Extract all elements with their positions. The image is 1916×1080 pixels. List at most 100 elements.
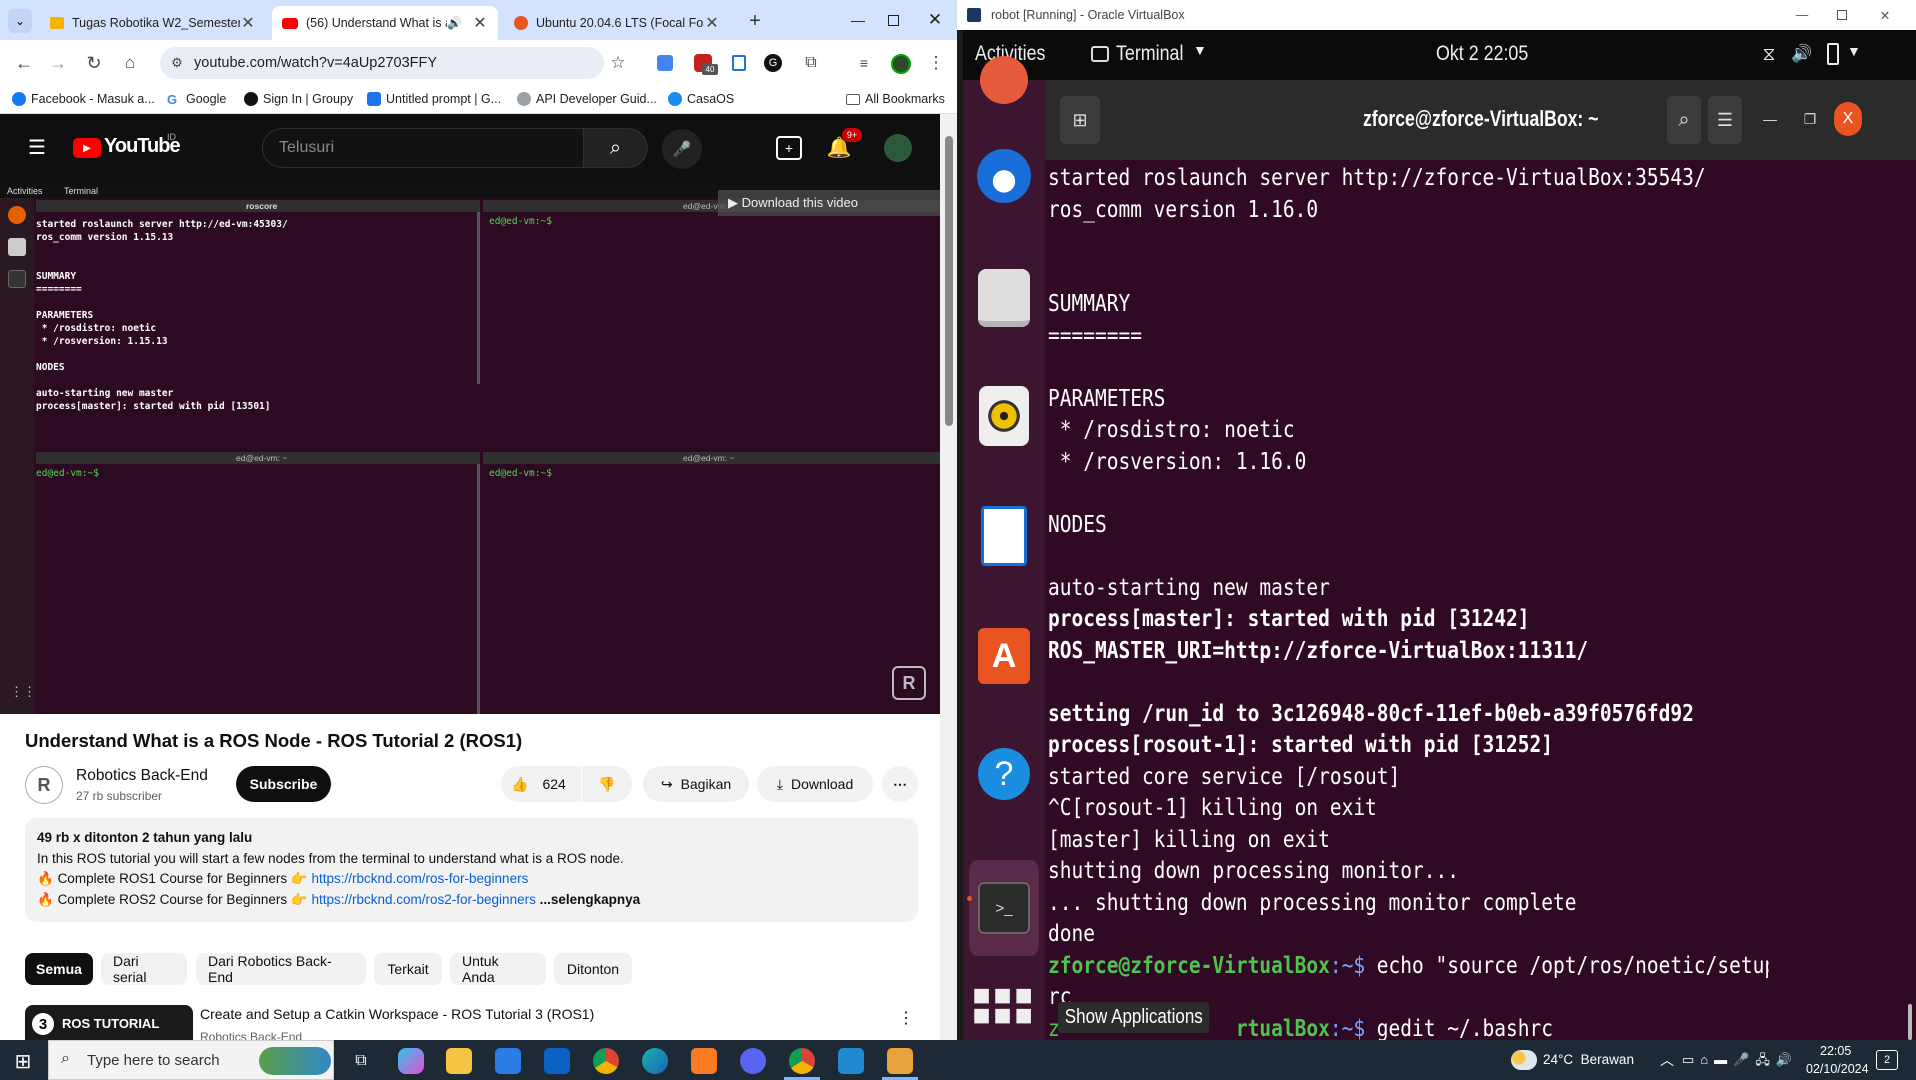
copilot-icon[interactable]	[398, 1048, 424, 1074]
close-icon[interactable]: ✕	[472, 13, 488, 33]
tab-tugas[interactable]: Tugas Robotika W2_Semester ✕	[40, 6, 266, 40]
search-icon[interactable]: ⌕	[584, 128, 648, 168]
address-bar[interactable]: ⚙ youtube.com/watch?v=4aUp2703FFY	[160, 47, 604, 79]
maximize-icon[interactable]	[880, 8, 906, 32]
chrome-icon[interactable]	[593, 1048, 619, 1074]
taskbar-time[interactable]: 22:05	[1820, 1044, 1851, 1058]
next-video-title[interactable]: Create and Setup a Catkin Workspace - RO…	[200, 1006, 594, 1022]
show-applications-icon[interactable]: ■■■ ■■■	[972, 970, 1032, 1042]
xampp-icon[interactable]	[691, 1048, 717, 1074]
tab-search-button[interactable]: ⌄	[8, 9, 32, 33]
reader-icon[interactable]	[732, 55, 746, 71]
task-view-icon[interactable]: ⧉	[348, 1048, 374, 1074]
create-icon[interactable]: +	[776, 136, 802, 160]
help-icon[interactable]: ?	[977, 738, 1031, 810]
network-icon[interactable]: ⧖	[1758, 42, 1780, 66]
bookmark-api[interactable]: API Developer Guid...	[517, 92, 657, 106]
home-icon[interactable]: ⌂	[118, 51, 142, 75]
new-tab-icon[interactable]: ⊞	[1060, 96, 1100, 144]
close-window-icon[interactable]: ✕	[1875, 6, 1895, 24]
search-icon[interactable]: ⌕	[1667, 96, 1701, 144]
chip-series[interactable]: Dari serial	[101, 953, 187, 985]
url-text[interactable]: youtube.com/watch?v=4aUp2703FFY	[194, 55, 437, 71]
tab-youtube[interactable]: (56) Understand What is a 🔊 ✕	[272, 6, 498, 40]
hamburger-icon[interactable]: ☰	[1708, 96, 1742, 144]
share-button[interactable]: ↪ Bagikan	[643, 766, 749, 802]
show-more-link[interactable]: ...selengkapnya	[540, 892, 641, 907]
clock[interactable]: Okt 2 22:05	[1436, 42, 1528, 66]
hamburger-icon[interactable]: ☰	[26, 136, 48, 159]
discord-icon[interactable]	[740, 1048, 766, 1074]
firefox-icon[interactable]	[977, 44, 1031, 116]
weather-text[interactable]: 24°C Berawan	[1543, 1052, 1634, 1067]
translate-icon[interactable]	[657, 55, 673, 71]
menu-icon[interactable]: ⋮	[926, 52, 946, 74]
download-button[interactable]: ⤓ Download	[757, 766, 873, 802]
writer-icon[interactable]	[977, 500, 1031, 572]
rhythmbox-icon[interactable]	[977, 380, 1031, 452]
close-window-icon[interactable]: ✕	[922, 8, 948, 32]
vscode-icon[interactable]	[838, 1048, 864, 1074]
taskbar-date[interactable]: 02/10/2024	[1806, 1062, 1869, 1076]
tab-ubuntu[interactable]: Ubuntu 20.04.6 LTS (Focal Foss ✕	[504, 6, 730, 40]
system-menu-chevron-icon[interactable]: ▼	[1847, 43, 1861, 59]
minimize-icon[interactable]: —	[1792, 6, 1812, 24]
mic-icon[interactable]: 🎤	[662, 129, 702, 169]
tray-chevron-icon[interactable]: ︿	[1660, 1050, 1674, 1070]
maximize-icon[interactable]	[1832, 6, 1852, 24]
notification-icon[interactable]: 2	[1876, 1050, 1898, 1070]
channel-name[interactable]: Robotics Back-End	[76, 767, 208, 785]
virtualbox-icon[interactable]	[887, 1048, 913, 1074]
close-icon[interactable]: X	[1834, 102, 1862, 136]
channel-watermark-icon[interactable]: R	[892, 666, 926, 700]
file-explorer-icon[interactable]	[446, 1048, 472, 1074]
all-bookmarks[interactable]: All Bookmarks	[846, 92, 945, 106]
tray-icons[interactable]: ▭⌂▬🎤🖧🔊	[1682, 1051, 1798, 1073]
bookmark-google[interactable]: G Google	[167, 92, 226, 107]
page-scrollbar[interactable]	[940, 114, 957, 1040]
back-icon[interactable]: ←	[12, 51, 36, 75]
volume-icon[interactable]: 🔊	[1791, 42, 1813, 66]
star-icon[interactable]: ☆	[606, 51, 630, 75]
next-video-menu-icon[interactable]: ⋮	[896, 1008, 916, 1028]
next-video-channel[interactable]: Robotics Back-End	[200, 1030, 302, 1040]
terminal-output[interactable]: started roslaunch server http://zforce-V…	[1048, 162, 1768, 1040]
video-player[interactable]: Activities Terminal ⋮⋮ roscore started r…	[0, 184, 940, 714]
account-avatar[interactable]	[884, 134, 912, 162]
ros1-link[interactable]: https://rbcknd.com/ros-for-beginners	[311, 871, 528, 886]
thunderbird-icon[interactable]	[977, 140, 1031, 212]
weather-icon[interactable]	[1511, 1050, 1537, 1070]
youtube-logo-icon[interactable]: ▶	[73, 138, 101, 158]
minimize-icon[interactable]: —	[1757, 106, 1783, 132]
bookmark-groupy[interactable]: Sign In | Groupy	[244, 92, 353, 106]
close-icon[interactable]: ✕	[704, 13, 720, 33]
bookmark-untitled[interactable]: Untitled prompt | G...	[367, 92, 501, 106]
software-icon[interactable]: A	[977, 620, 1031, 692]
terminal-dock-icon[interactable]: >_	[969, 860, 1039, 956]
battery-icon[interactable]	[1827, 43, 1839, 65]
chip-watched[interactable]: Ditonton	[554, 953, 632, 985]
edge-icon[interactable]	[642, 1048, 668, 1074]
next-video-thumbnail[interactable]: 3 ROS TUTORIAL	[25, 1005, 193, 1040]
like-button[interactable]: 👍 624	[501, 766, 581, 802]
ros2-link[interactable]: https://rbcknd.com/ros2-for-beginners	[311, 892, 535, 907]
copilot-icon[interactable]: G	[764, 54, 782, 72]
files-icon[interactable]	[977, 262, 1031, 334]
puzzle-icon[interactable]: ⧉	[800, 52, 822, 74]
channel-avatar[interactable]: R	[25, 766, 63, 804]
more-actions-button[interactable]: ⋯	[882, 766, 918, 802]
store-icon[interactable]	[495, 1048, 521, 1074]
media-icon[interactable]: ≡	[853, 52, 875, 74]
minimize-icon[interactable]: —	[845, 8, 871, 32]
chip-for-you[interactable]: Untuk Anda	[450, 953, 546, 985]
forward-icon[interactable]: →	[46, 51, 70, 75]
start-icon[interactable]: ⊞	[10, 1048, 36, 1074]
chip-channel[interactable]: Dari Robotics Back-End	[196, 953, 366, 985]
download-overlay[interactable]: ▶ Download this video	[718, 190, 940, 216]
taskbar-search-input[interactable]: ⌕ Type here to search	[48, 1040, 334, 1080]
chrome-active-icon[interactable]	[789, 1048, 815, 1074]
youtube-search-input[interactable]: Telusuri	[262, 128, 584, 168]
chip-related[interactable]: Terkait	[374, 953, 442, 985]
bookmark-casaos[interactable]: CasaOS	[668, 92, 734, 106]
speaker-icon[interactable]: 🔊	[447, 16, 462, 30]
